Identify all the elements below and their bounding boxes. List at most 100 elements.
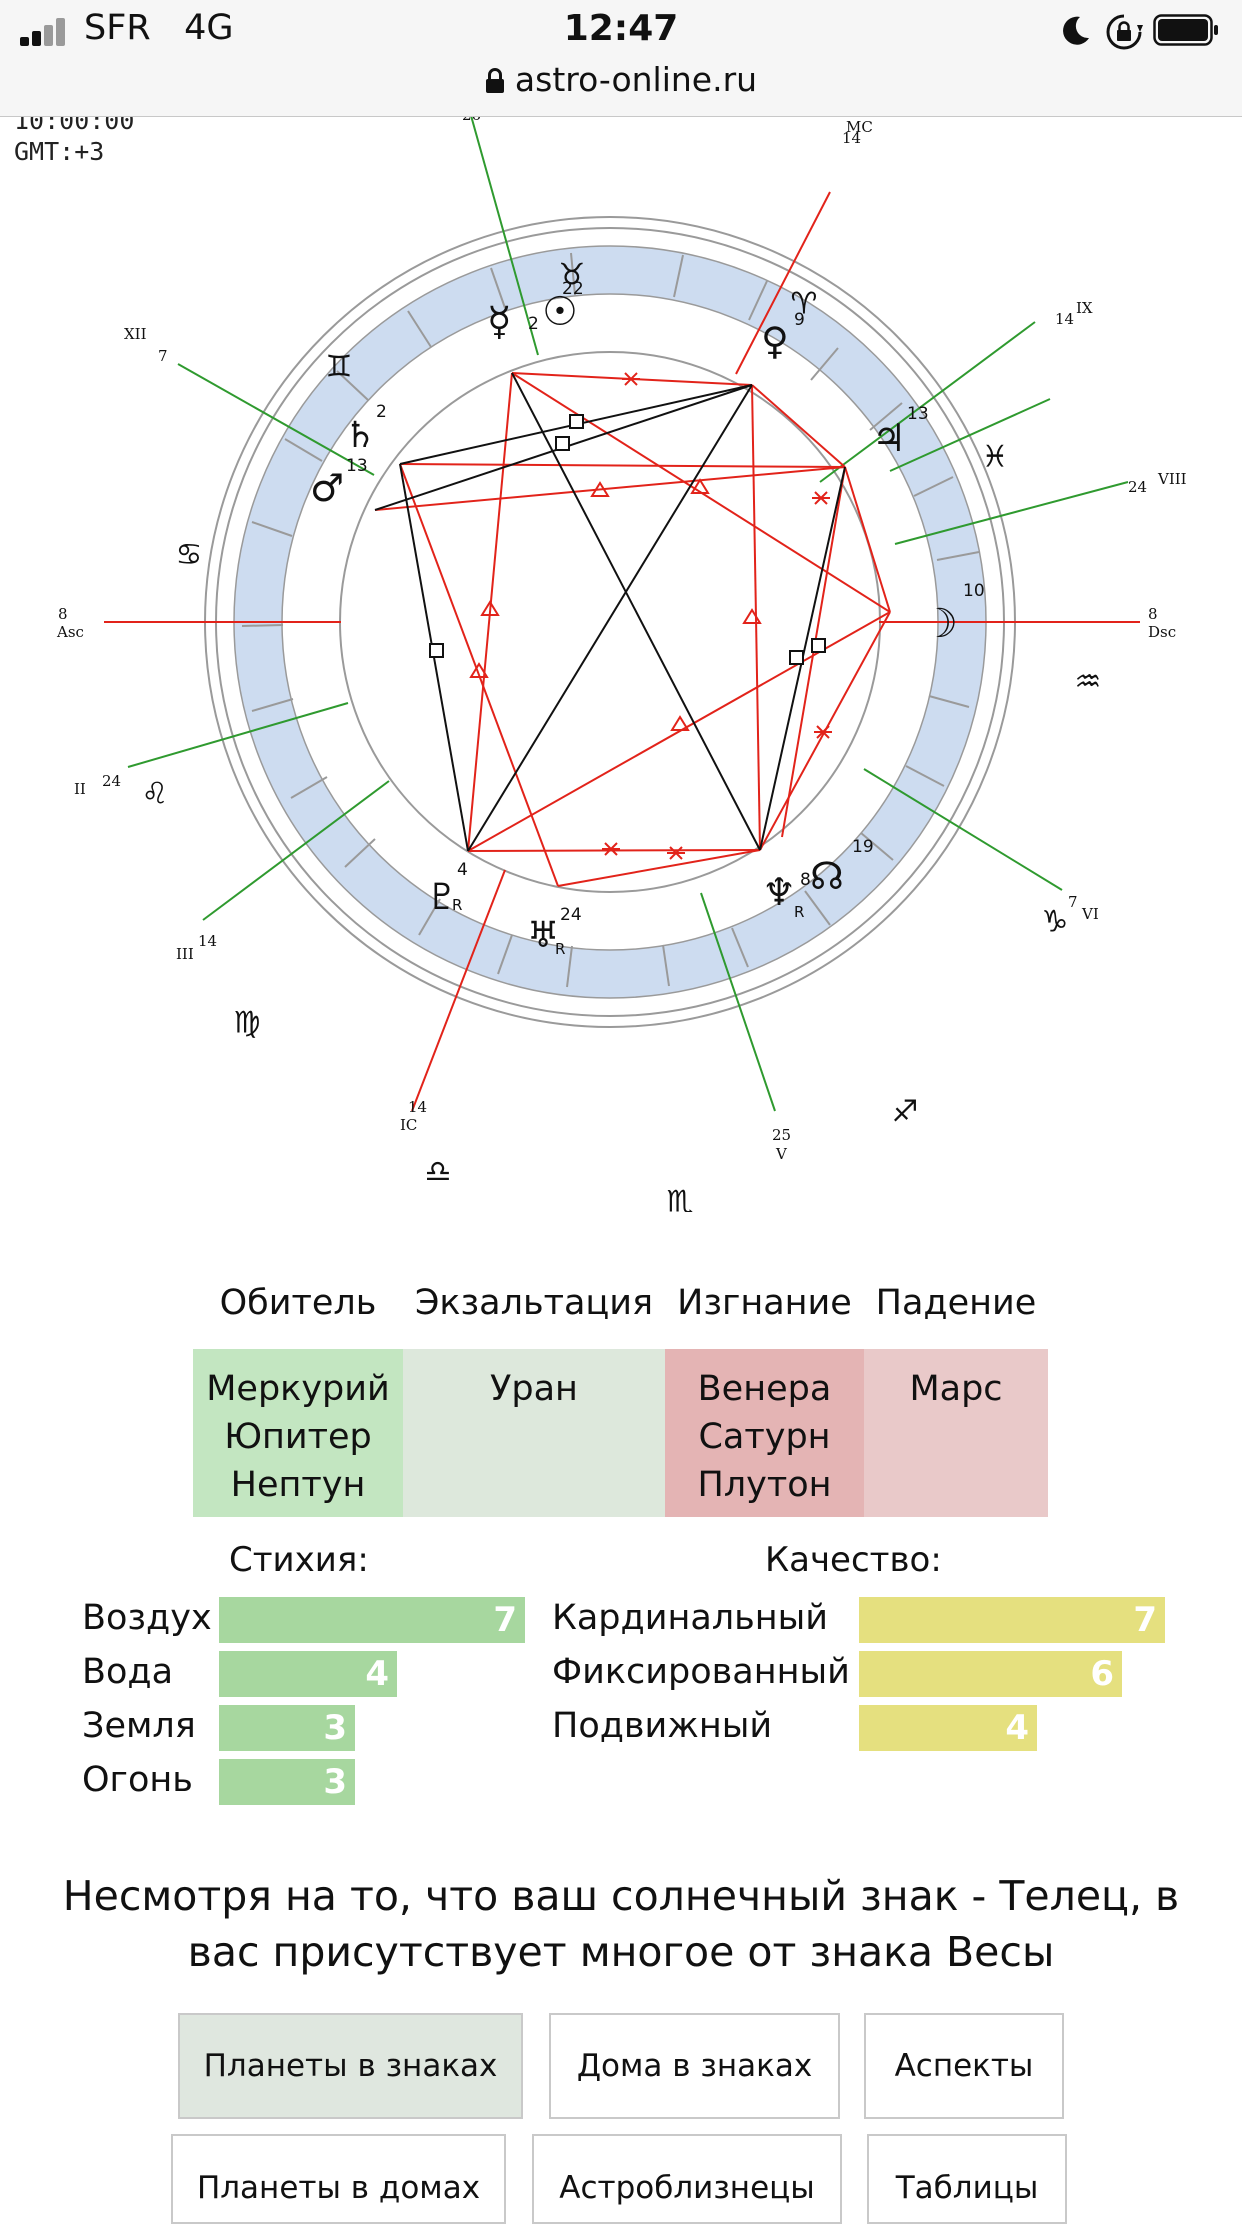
astrotwins-button[interactable]: Астроблизнецы bbox=[532, 2134, 842, 2224]
saturn-degree: 2 bbox=[376, 402, 387, 422]
abode-planet: Нептун bbox=[230, 1465, 366, 1505]
neptune-icon: ♆ bbox=[762, 870, 796, 914]
abode-planet: Меркурий bbox=[206, 1369, 390, 1409]
house2-label: II bbox=[74, 780, 86, 798]
house11-degree: 26 bbox=[462, 117, 481, 124]
chart-time-info: 10:00:00 GMT:+3 bbox=[14, 117, 134, 167]
status-time: 12:47 bbox=[563, 8, 679, 49]
exaltation-planet: Уран bbox=[490, 1369, 578, 1409]
house8-label: VIII bbox=[1157, 470, 1187, 488]
exile-planet: Сатурн bbox=[698, 1417, 831, 1457]
planets-in-signs-button[interactable]: Планеты в знаках bbox=[178, 2013, 523, 2119]
natal-chart: 10:00:00 GMT:+3 ♉ ♈ ♓ ♒ ♑ ♐ ♏ ♎ ♍ ♌ ♋ ♊ … bbox=[0, 117, 1242, 1212]
element-label: Вода bbox=[82, 1652, 174, 1692]
pisces-icon: ♓ bbox=[982, 440, 1009, 475]
sextile-markers bbox=[602, 372, 832, 860]
qualities-title: Качество: bbox=[765, 1540, 942, 1580]
chart-time: 10:00:00 bbox=[14, 117, 135, 135]
header-fall: Падение bbox=[875, 1283, 1037, 1323]
house12-degree: 7 bbox=[158, 347, 168, 365]
url-text: astro-online.ru bbox=[514, 60, 758, 99]
quality-label: Кардинальный bbox=[552, 1598, 829, 1638]
mc-degree: 14 bbox=[842, 129, 861, 147]
house2-degree: 24 bbox=[102, 772, 121, 790]
aspect-lines-black bbox=[374, 372, 846, 852]
leo-icon: ♌ bbox=[142, 777, 169, 812]
cancer-icon: ♋ bbox=[176, 538, 203, 573]
quality-bar-fixed: 6 bbox=[859, 1651, 1122, 1697]
mercury-icon: ☿ bbox=[487, 299, 512, 345]
venus-icon: ♀ bbox=[761, 319, 789, 363]
dsc-label: Dsc bbox=[1148, 623, 1176, 641]
ic-degree: 14 bbox=[408, 1098, 427, 1116]
mercury-degree: 2 bbox=[528, 314, 539, 334]
mars-degree: 13 bbox=[346, 456, 368, 476]
element-bar-air: 7 bbox=[219, 1597, 525, 1643]
fall-cell: Марс bbox=[864, 1349, 1048, 1517]
node-icon: ☊ bbox=[810, 854, 844, 898]
element-label: Земля bbox=[82, 1706, 196, 1746]
pluto-degree: 4 bbox=[457, 860, 468, 880]
quality-label: Подвижный bbox=[552, 1706, 773, 1746]
rotation-lock-icon bbox=[1106, 14, 1143, 50]
planets-in-houses-button[interactable]: Планеты в домах bbox=[171, 2134, 506, 2224]
sagittarius-icon: ♐ bbox=[892, 1095, 919, 1130]
tables-button[interactable]: Таблицы bbox=[867, 2134, 1067, 2224]
element-label: Воздух bbox=[82, 1598, 212, 1638]
moon-icon bbox=[1063, 16, 1089, 45]
libra-icon: ♎ bbox=[425, 1155, 452, 1190]
natal-chart-wheel: ♉ ♈ ♓ ♒ ♑ ♐ ♏ ♎ ♍ ♌ ♋ ♊ 8 Asc 8 Dsc MC 1… bbox=[56, 117, 1187, 1213]
house5-degree: 25 bbox=[772, 1126, 791, 1144]
scorpio-icon: ♏ bbox=[667, 1185, 694, 1213]
aspects-button[interactable]: Аспекты bbox=[864, 2013, 1064, 2119]
jupiter-degree: 13 bbox=[907, 404, 929, 424]
ic-label: IC bbox=[400, 1116, 417, 1134]
capricorn-icon: ♑ bbox=[1042, 905, 1069, 940]
exile-cell: Венера Сатурн Плутон bbox=[665, 1349, 864, 1517]
house8-degree: 24 bbox=[1128, 478, 1147, 496]
neptune-retro: R bbox=[794, 903, 804, 921]
quality-bar-cardinal: 7 bbox=[859, 1597, 1165, 1643]
houses-in-signs-button[interactable]: Дома в знаках bbox=[549, 2013, 840, 2119]
element-bar-earth: 3 bbox=[219, 1705, 355, 1751]
header-abode: Обитель bbox=[219, 1283, 377, 1323]
house12-label: XII bbox=[124, 325, 147, 343]
uranus-degree: 24 bbox=[560, 905, 582, 925]
gemini-icon: ♊ bbox=[326, 350, 353, 385]
element-label: Огонь bbox=[82, 1760, 193, 1800]
quality-bar-mutable: 4 bbox=[859, 1705, 1037, 1751]
fall-planet: Марс bbox=[909, 1369, 1003, 1409]
moon-planet-icon: ☽ bbox=[922, 601, 958, 647]
exaltation-cell: Уран bbox=[403, 1349, 665, 1517]
virgo-icon: ♍ bbox=[234, 1006, 261, 1041]
asc-degree: 8 bbox=[58, 605, 68, 623]
pluto-retro: R bbox=[452, 896, 462, 914]
asc-label: Asc bbox=[56, 623, 84, 641]
aspect-lines-red bbox=[374, 372, 891, 887]
house5-label: V bbox=[775, 1145, 788, 1163]
dsc-degree: 8 bbox=[1148, 605, 1158, 623]
house6-degree: 7 bbox=[1068, 893, 1078, 911]
exile-planet: Плутон bbox=[697, 1465, 832, 1505]
saturn-icon: ♄ bbox=[344, 415, 376, 456]
aquarius-icon: ♒ bbox=[1075, 665, 1102, 700]
uranus-retro: R bbox=[555, 940, 565, 958]
element-bar-water: 4 bbox=[219, 1651, 397, 1697]
node-degree: 19 bbox=[852, 837, 874, 857]
chart-gmt: GMT:+3 bbox=[14, 137, 105, 166]
house9-degree: 14 bbox=[1055, 310, 1074, 328]
abode-cell: Меркурий Юпитер Нептун bbox=[193, 1349, 403, 1517]
battery-icon bbox=[1153, 14, 1218, 46]
sun-degree: 22 bbox=[562, 279, 584, 299]
house3-degree: 14 bbox=[198, 932, 217, 950]
trine-markers bbox=[469, 478, 762, 731]
element-bar-fire: 3 bbox=[219, 1759, 355, 1805]
neptune-degree: 8 bbox=[800, 870, 811, 890]
house3-label: III bbox=[176, 945, 194, 963]
header-exile: Изгнание bbox=[677, 1283, 852, 1323]
house6-label: VI bbox=[1081, 905, 1099, 923]
address-bar[interactable]: astro-online.ru bbox=[0, 60, 1242, 99]
header-exaltation: Экзальтация bbox=[414, 1283, 654, 1323]
mars-icon: ♂ bbox=[310, 466, 344, 510]
abode-planet: Юпитер bbox=[224, 1417, 372, 1457]
